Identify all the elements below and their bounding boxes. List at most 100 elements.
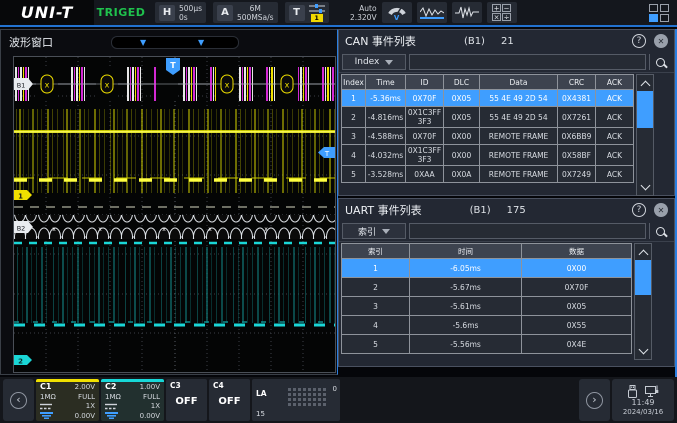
can-search-input[interactable] [409, 54, 646, 70]
scroll-track[interactable] [637, 91, 653, 179]
help-icon[interactable]: ? [632, 34, 646, 48]
channel-1-offset: 0.00V [75, 412, 95, 421]
waveform-icon [420, 5, 444, 20]
cell-time: -5.67ms [410, 278, 522, 297]
waveform-plot: x x x x T [14, 57, 335, 372]
logic-analyzer-box[interactable]: LA 0 15 [252, 379, 340, 421]
navigator-marker-1-icon[interactable]: ▼ [140, 37, 146, 49]
dvm-button[interactable]: V [382, 2, 412, 23]
channel-status-bar: ‹ C1 2.00V 1MΩ FULL 1X [0, 377, 677, 423]
col-header-data: 数据 [522, 244, 632, 259]
trigger-settings-button[interactable]: T 1 [285, 2, 329, 23]
table-row[interactable]: 2 -5.67ms 0X70F [342, 278, 632, 297]
close-icon[interactable]: ✕ [654, 203, 668, 217]
waveform-display-button[interactable] [417, 2, 447, 23]
coupling-icon [105, 403, 117, 410]
window-layout-icon[interactable] [649, 4, 669, 22]
navigator-marker-2-icon[interactable]: ▼ [198, 37, 204, 49]
system-time: 11:49 [631, 399, 654, 407]
uart-search-button[interactable] [649, 223, 671, 239]
uart-scrollbar[interactable] [634, 243, 652, 360]
table-row[interactable]: 5 -3.528ms 0XAA 0X0A REMOTE FRAME 0X7249… [342, 166, 634, 183]
scroll-up-button[interactable] [635, 244, 651, 260]
table-row[interactable]: 4 -4.032ms 0X1C3FF3F3 0X00 REMOTE FRAME … [342, 145, 634, 166]
table-row[interactable]: 1 -5.36ms 0X70F 0X05 55 4E 49 2D 54 0X43… [342, 90, 634, 107]
svg-text:x: x [52, 226, 56, 233]
chevron-down-icon [638, 344, 648, 354]
can-scrollbar[interactable] [636, 74, 654, 196]
col-header-index: 索引 [342, 244, 410, 259]
channel-1-box[interactable]: C1 2.00V 1MΩ FULL 1X 0.00V [36, 379, 99, 421]
scroll-track[interactable] [635, 260, 651, 343]
table-row[interactable]: 3 -5.61ms 0X05 [342, 297, 632, 316]
close-icon[interactable]: ✕ [654, 34, 668, 48]
help-icon[interactable]: ? [632, 203, 646, 217]
can-filter-dropdown[interactable]: Index [342, 54, 406, 70]
acquire-settings-button[interactable]: A 6M 500MSa/s [213, 2, 278, 23]
fft-button[interactable] [452, 2, 482, 23]
col-header-time: Time [366, 75, 406, 90]
horizontal-settings-button[interactable]: H 500μs 0s [155, 2, 206, 23]
channel-2-box[interactable]: C2 1.00V 1MΩ FULL 1X 0.00V [101, 379, 164, 421]
cell-time: -6.05ms [410, 259, 522, 278]
chevron-right-icon: › [586, 392, 603, 409]
trigger-source-badge: 1 [311, 14, 323, 22]
cell-id: 0XAA [406, 166, 444, 183]
cell-index: 5 [342, 335, 410, 354]
math-button[interactable]: + − × ÷ [487, 2, 517, 23]
top-status-bar: UNI-T TRIGED H 500μs 0s A 6M 500MSa/s T [0, 0, 677, 27]
cell-ack: ACK [596, 90, 634, 107]
cell-index: 4 [342, 316, 410, 335]
search-icon [656, 58, 665, 67]
uart-filter-value: 索引 [358, 225, 376, 238]
scroll-thumb[interactable] [635, 260, 651, 295]
svg-text:B2: B2 [17, 225, 26, 233]
scroll-up-button[interactable] [637, 75, 653, 91]
cell-index: 1 [342, 90, 366, 107]
cell-dlc: 0X0A [444, 166, 480, 183]
uart-table-header: 索引 时间 数据 [342, 244, 632, 259]
table-row[interactable]: 5 -5.56ms 0X4E [342, 335, 632, 354]
col-header-index: Index [342, 75, 366, 90]
can-filter-row: Index [339, 52, 674, 73]
collapse-left-button[interactable]: ‹ [3, 379, 34, 421]
cell-ack: ACK [596, 128, 634, 145]
cell-index: 5 [342, 166, 366, 183]
cell-index: 2 [342, 278, 410, 297]
svg-text:T: T [170, 61, 176, 70]
svg-text:x: x [45, 81, 50, 90]
ground-icon [105, 412, 118, 419]
uart-search-input[interactable] [409, 223, 646, 239]
chevron-up-icon [638, 249, 648, 259]
chevron-down-icon [640, 180, 650, 190]
table-row[interactable]: 1 -6.05ms 0X00 [342, 259, 632, 278]
table-row[interactable]: 4 -5.6ms 0X55 [342, 316, 632, 335]
ch2-position-tag[interactable]: 2 [14, 355, 32, 366]
col-header-time: 时间 [410, 244, 522, 259]
timebase-navigator[interactable]: ▼ ▼ [111, 36, 239, 49]
cell-index: 3 [342, 297, 410, 316]
waveform-grid[interactable]: x x x x T [13, 56, 336, 373]
can-search-button[interactable] [649, 54, 671, 70]
scroll-down-button[interactable] [635, 343, 651, 359]
system-status-box[interactable]: 11:49 2024/03/16 [612, 379, 674, 421]
trigger-type-icon [309, 4, 325, 13]
sample-rate: 500MSa/s [237, 13, 274, 22]
math-icon: + − × ÷ [492, 4, 511, 21]
bus2-trace: xx xxx B2 [14, 215, 335, 239]
table-row[interactable]: 3 -4.588ms 0X70F 0X00 REMOTE FRAME 0X6BB… [342, 128, 634, 145]
cell-crc: 0X58BF [558, 145, 596, 166]
scroll-thumb[interactable] [637, 91, 653, 128]
cell-data: 55 4E 49 2D 54 [480, 107, 558, 128]
ch2-trace [14, 243, 335, 325]
cell-data: REMOTE FRAME [480, 128, 558, 145]
dvm-unit-label: V [394, 15, 399, 21]
channel-3-box[interactable]: C3 OFF [166, 379, 207, 421]
cell-time: -5.36ms [366, 90, 406, 107]
uart-filter-dropdown[interactable]: 索引 [342, 223, 406, 239]
table-row[interactable]: 2 -4.816ms 0X1C3FF3F3 0X05 55 4E 49 2D 5… [342, 107, 634, 128]
channel-4-box[interactable]: C4 OFF [209, 379, 250, 421]
expand-right-button[interactable]: › [579, 379, 610, 421]
scroll-down-button[interactable] [637, 179, 653, 195]
cell-crc: 0X7249 [558, 166, 596, 183]
